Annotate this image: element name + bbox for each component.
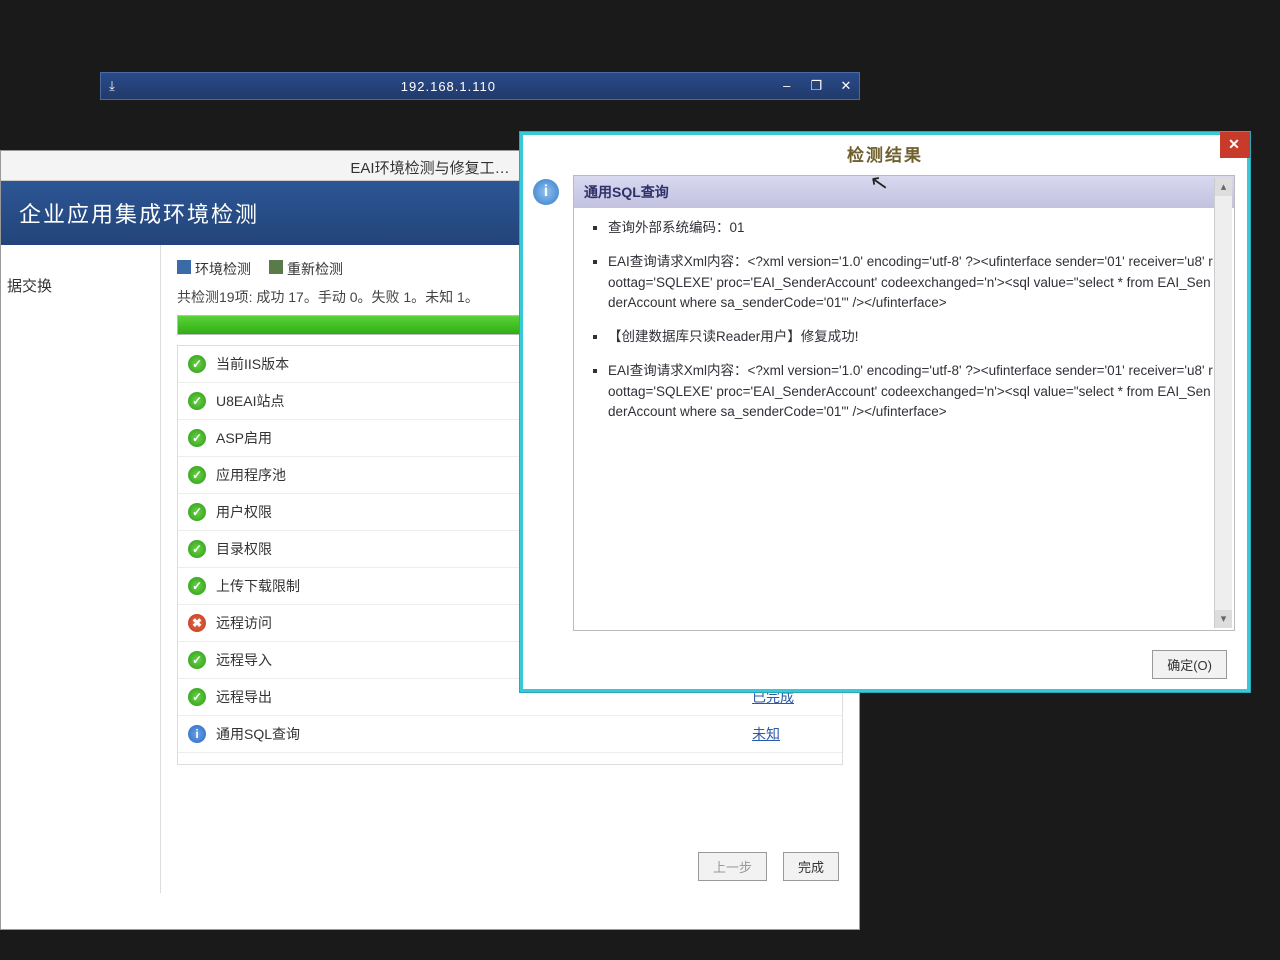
sidebar: 据交换 xyxy=(1,245,161,893)
ok-icon: ✓ xyxy=(188,392,206,410)
ok-icon: ✓ xyxy=(188,503,206,521)
scrollbar[interactable]: ▴ ▾ xyxy=(1214,178,1232,628)
result-dialog: 检测结果 ✕ i 通用SQL查询 查询外部系统编码：01 EAI查询请求Xml内… xyxy=(520,132,1250,692)
dialog-info-icon: i xyxy=(533,175,573,631)
scroll-down-icon[interactable]: ▾ xyxy=(1215,610,1232,628)
result-item: EAI查询请求Xml内容：<?xml version='1.0' encodin… xyxy=(608,252,1214,313)
minimize-button[interactable]: – xyxy=(774,78,800,93)
finish-button[interactable]: 完成 xyxy=(783,852,839,881)
pin-icon[interactable]: ⤓ xyxy=(101,78,123,94)
prev-button[interactable]: 上一步 xyxy=(698,852,767,881)
result-item: 【创建数据库只读Reader用户】修复成功! xyxy=(608,327,1214,347)
sidebar-item[interactable]: 据交换 xyxy=(7,275,154,296)
rdp-address: 192.168.1.110 xyxy=(123,79,774,94)
ok-icon: ✓ xyxy=(188,466,206,484)
ok-button[interactable]: 确定(O) xyxy=(1152,650,1227,679)
ok-icon: ✓ xyxy=(188,429,206,447)
close-button[interactable]: ✕ xyxy=(833,78,859,94)
list-item: i通用SQL查询未知 xyxy=(178,716,842,753)
rdp-titlebar: ⤓ 192.168.1.110 – ❐ ✕ xyxy=(100,72,860,100)
recheck-button[interactable]: 重新检测 xyxy=(269,259,343,279)
scroll-up-icon[interactable]: ▴ xyxy=(1215,178,1232,196)
ok-icon: ✓ xyxy=(188,577,206,595)
env-icon xyxy=(177,260,191,274)
error-icon: ✖ xyxy=(188,614,206,632)
result-item: 查询外部系统编码：01 xyxy=(608,218,1214,238)
ok-icon: ✓ xyxy=(188,651,206,669)
dialog-content: 通用SQL查询 查询外部系统编码：01 EAI查询请求Xml内容：<?xml v… xyxy=(573,175,1235,631)
ok-icon: ✓ xyxy=(188,688,206,706)
refresh-icon xyxy=(269,260,283,274)
info-icon: i xyxy=(188,725,206,743)
status-link[interactable]: 未知 xyxy=(752,726,780,742)
restore-button[interactable]: ❐ xyxy=(803,78,829,94)
ok-icon: ✓ xyxy=(188,540,206,558)
section-heading: 通用SQL查询 xyxy=(574,176,1234,208)
dialog-close-button[interactable]: ✕ xyxy=(1220,132,1250,158)
ok-icon: ✓ xyxy=(188,355,206,373)
env-check-button[interactable]: 环境检测 xyxy=(177,259,251,279)
dialog-title: 检测结果 ✕ xyxy=(523,135,1247,169)
result-item: EAI查询请求Xml内容：<?xml version='1.0' encodin… xyxy=(608,361,1214,422)
